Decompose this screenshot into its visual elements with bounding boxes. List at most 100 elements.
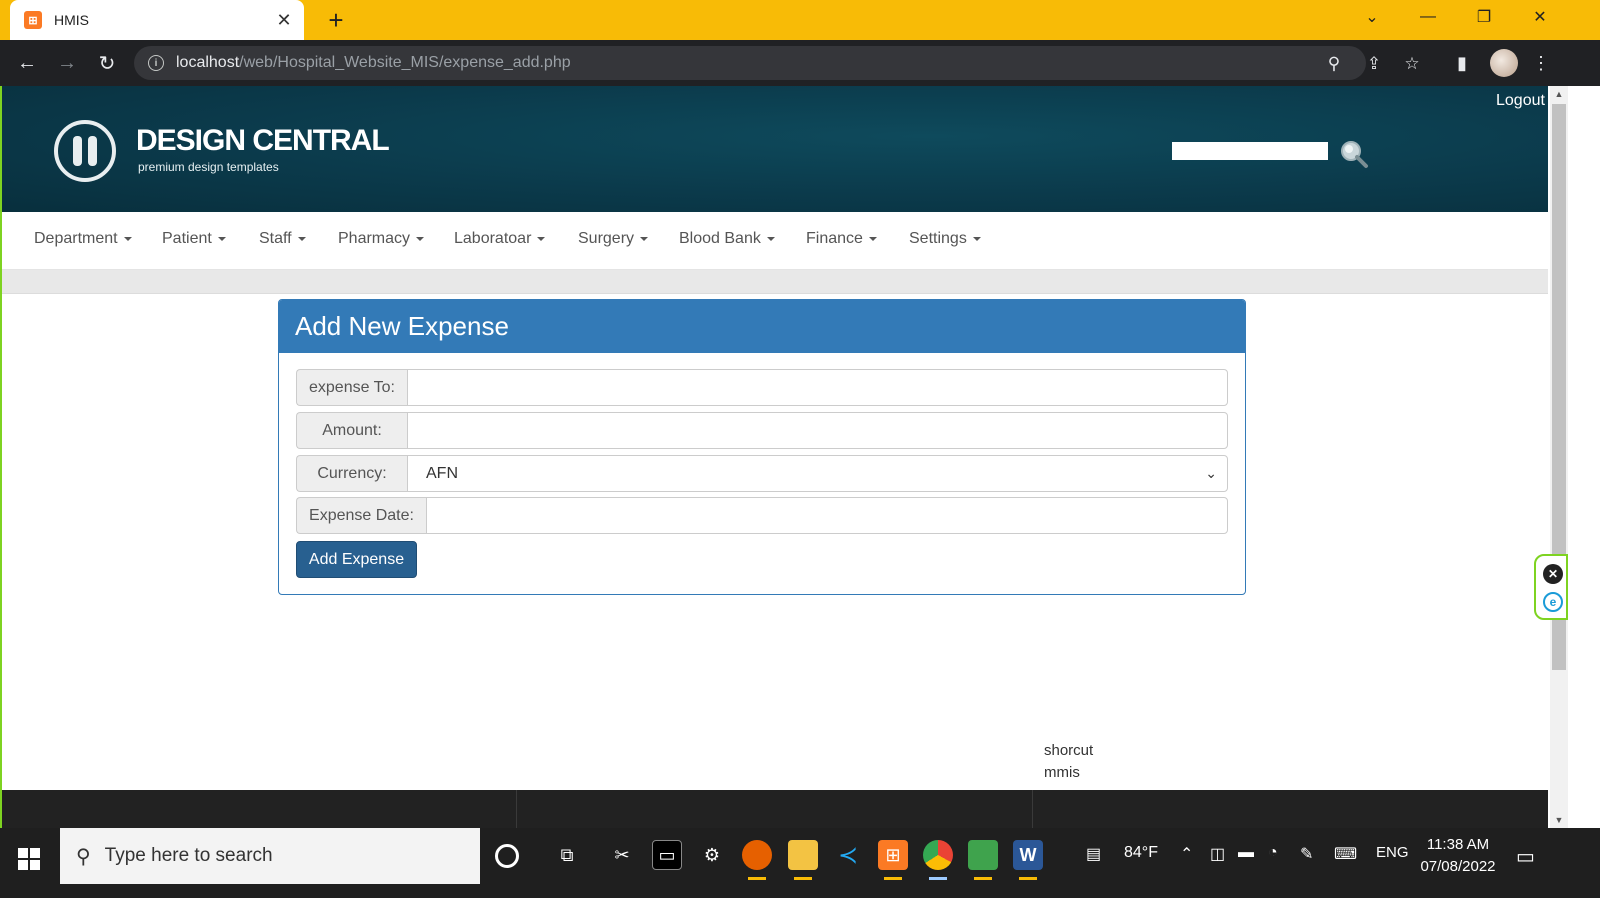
page-scrollbar[interactable]: ▲ ▼: [1550, 86, 1568, 828]
close-window-button[interactable]: ✕: [1512, 0, 1568, 34]
weather-icon[interactable]: ▤: [1086, 844, 1101, 864]
breadcrumb-band: [2, 270, 1548, 294]
tab-title: HMIS: [54, 12, 89, 28]
new-tab-button[interactable]: +: [322, 5, 350, 35]
add-expense-button[interactable]: Add Expense: [296, 541, 417, 578]
meet-now-icon[interactable]: ◫: [1210, 844, 1225, 864]
minimize-button[interactable]: —: [1400, 0, 1456, 34]
forward-arrow-icon[interactable]: →: [52, 48, 82, 78]
footer-divider: [516, 790, 517, 828]
zoom-icon[interactable]: ⚲: [1322, 52, 1346, 76]
terminal-icon[interactable]: ▭: [652, 840, 682, 870]
side-panel-icon[interactable]: ▮: [1449, 50, 1475, 76]
weather-temp[interactable]: 84°F: [1124, 844, 1158, 862]
clock-date: 07/08/2022: [1420, 858, 1496, 875]
panel-title: Add New Expense: [295, 311, 509, 341]
clock-time: 11:38 AM: [1426, 836, 1490, 853]
caret-down-icon: [416, 237, 425, 241]
expense-to-input[interactable]: [407, 369, 1228, 406]
task-view-icon[interactable]: ⧉: [552, 840, 582, 870]
close-circle-icon[interactable]: ✕: [1543, 564, 1563, 584]
system-clock[interactable]: 11:38 AM 07/08/2022: [1420, 834, 1496, 878]
file-explorer-icon[interactable]: [788, 840, 818, 870]
site-header: DESIGN CENTRAL premium design templates …: [2, 86, 1548, 212]
language-indicator[interactable]: ENG: [1376, 844, 1409, 861]
windows-start-icon[interactable]: [18, 848, 40, 870]
expense-date-row: Expense Date:: [296, 497, 1228, 534]
word-icon[interactable]: W: [1013, 840, 1043, 870]
site-search-input[interactable]: [1172, 142, 1328, 160]
pen-icon[interactable]: ✎: [1300, 844, 1313, 864]
add-expense-panel: Add New Expense expense To: Amount: Curr…: [278, 299, 1246, 595]
taskbar-search-box[interactable]: ⚲ Type here to search: [60, 828, 480, 884]
caret-down-icon: [217, 237, 226, 241]
chrome-icon[interactable]: [923, 840, 953, 870]
site-info-icon[interactable]: i: [148, 55, 164, 71]
share-icon[interactable]: ⇪: [1362, 52, 1386, 76]
xampp-favicon-icon: ⊞: [24, 11, 42, 29]
browser-tab-hmis[interactable]: ⊞ HMIS ✕: [10, 0, 304, 40]
settings-gear-icon[interactable]: ⚙: [697, 840, 727, 870]
xampp-icon[interactable]: ⊞: [878, 840, 908, 870]
notepad-plus-icon[interactable]: [968, 840, 998, 870]
profile-avatar[interactable]: [1490, 49, 1518, 77]
restore-button[interactable]: ❐: [1456, 0, 1512, 34]
caret-down-icon: [537, 237, 546, 241]
nav-laboratoar-dropdown[interactable]: Laboratoar: [454, 230, 546, 248]
notification-icon[interactable]: ▭: [1516, 844, 1535, 869]
tab-search-chevron-icon[interactable]: ⌄: [1344, 0, 1400, 34]
footer-divider: [1032, 790, 1033, 828]
amount-input[interactable]: [407, 412, 1228, 449]
reload-icon[interactable]: ↻: [92, 48, 122, 78]
page-viewport: DESIGN CENTRAL premium design templates …: [0, 86, 1600, 828]
extension-e-icon[interactable]: e: [1543, 592, 1563, 612]
expense-date-label: Expense Date:: [296, 497, 426, 534]
tab-close-icon[interactable]: ✕: [272, 8, 296, 32]
main-navbar: Department Patient Staff Pharmacy Labora…: [2, 212, 1548, 270]
bookmark-star-icon[interactable]: ☆: [1400, 52, 1424, 76]
taskbar-search-placeholder: Type here to search: [104, 845, 273, 866]
wifi-icon[interactable]: ◔: [1268, 844, 1278, 862]
battery-icon[interactable]: ▬: [1238, 844, 1254, 862]
logo-pause-icon: [54, 120, 116, 182]
shortcut-text-line1: shorcut: [1044, 742, 1094, 759]
nav-staff-dropdown[interactable]: Staff: [259, 230, 306, 248]
back-arrow-icon[interactable]: ←: [12, 48, 42, 78]
scroll-down-icon[interactable]: ▼: [1550, 812, 1568, 828]
logo-subtitle: premium design templates: [138, 160, 279, 174]
nav-blood-bank-dropdown[interactable]: Blood Bank: [679, 230, 775, 248]
caret-down-icon: [972, 237, 981, 241]
caret-down-icon: [640, 237, 649, 241]
currency-label: Currency:: [296, 455, 407, 492]
address-bar[interactable]: i localhost/web/Hospital_Website_MIS/exp…: [134, 46, 1420, 80]
url-text: localhost/web/Hospital_Website_MIS/expen…: [176, 54, 571, 71]
keyboard-icon[interactable]: ⌨: [1334, 844, 1357, 864]
nav-finance-dropdown[interactable]: Finance: [806, 230, 877, 248]
search-icon[interactable]: [1338, 138, 1370, 170]
browser-toolbar: ← → ↻ i localhost/web/Hospital_Website_M…: [0, 40, 1600, 86]
nav-surgery-dropdown[interactable]: Surgery: [578, 230, 649, 248]
search-icon: ⚲: [76, 845, 91, 868]
vscode-icon[interactable]: ≺: [833, 840, 863, 870]
logo-title: DESIGN CENTRAL: [136, 124, 390, 157]
logout-link[interactable]: Logout: [1496, 92, 1545, 110]
scroll-up-icon[interactable]: ▲: [1550, 86, 1568, 102]
tray-chevron-up-icon[interactable]: ⌃: [1180, 844, 1193, 864]
firefox-icon[interactable]: [742, 840, 772, 870]
cortana-icon[interactable]: [495, 844, 519, 868]
caret-down-icon: [123, 237, 132, 241]
currency-selected-value: AFN: [426, 464, 458, 482]
nav-patient-dropdown[interactable]: Patient: [162, 230, 226, 248]
amount-label: Amount:: [296, 412, 407, 449]
currency-row: Currency: AFN ⌄: [296, 455, 1228, 492]
snipping-tool-icon[interactable]: ✂: [607, 840, 637, 870]
chevron-down-icon: ⌄: [1205, 465, 1217, 481]
expense-to-label: expense To:: [296, 369, 407, 406]
nav-pharmacy-dropdown[interactable]: Pharmacy: [338, 230, 425, 248]
windows-taskbar: ⚲ Type here to search ⧉ ✂ ▭ ⚙ ≺ ⊞ W ▤ 84…: [0, 828, 1600, 898]
nav-settings-dropdown[interactable]: Settings: [909, 230, 981, 248]
currency-select[interactable]: AFN ⌄: [407, 455, 1228, 492]
nav-department-dropdown[interactable]: Department: [34, 230, 132, 248]
menu-kebab-icon[interactable]: ⋮: [1528, 50, 1554, 76]
expense-date-input[interactable]: [426, 497, 1228, 534]
